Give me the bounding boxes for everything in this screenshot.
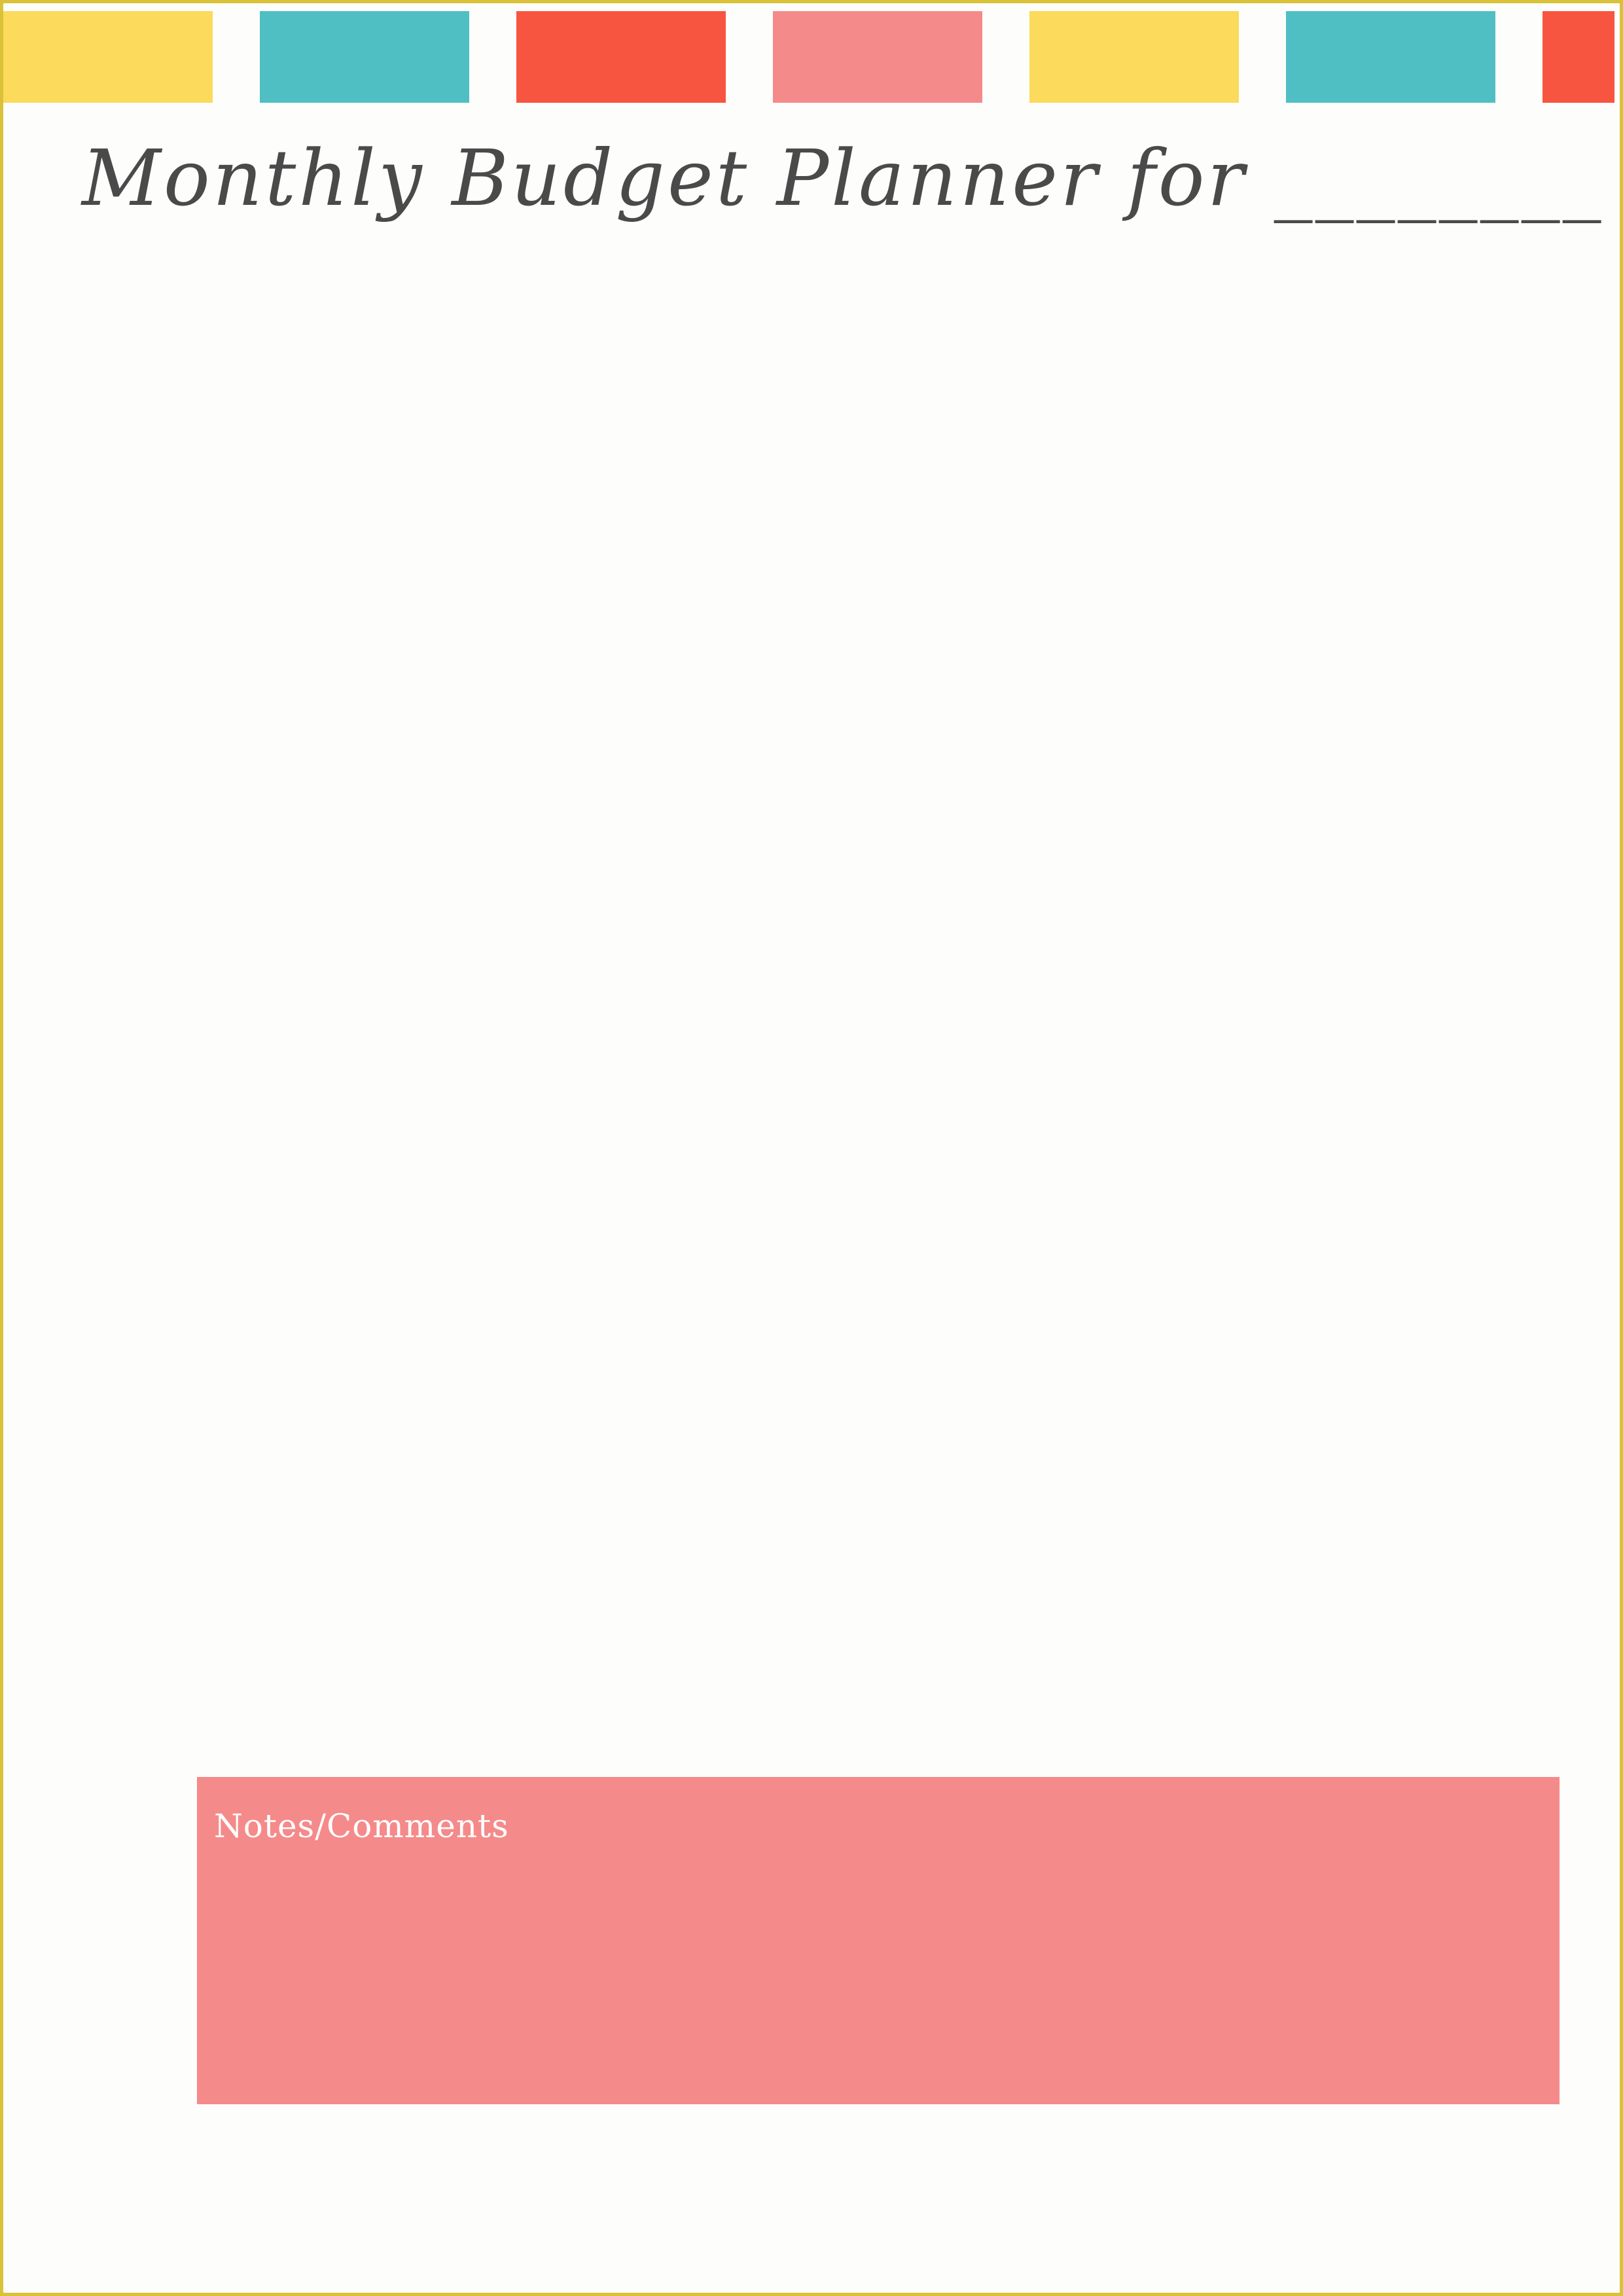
notes-comments-title: Notes/Comments	[214, 1807, 509, 1845]
top-color-bar-strip	[3, 11, 1620, 109]
notes-comments-box[interactable]: Notes/Comments	[197, 1777, 1560, 2104]
bar-teal-2	[1286, 11, 1495, 103]
bar-red-2	[1543, 11, 1614, 103]
bar-yellow-1	[3, 11, 213, 103]
bar-pink-1	[773, 11, 982, 103]
title-row: Monthly Budget Planner for ________ 20__	[3, 124, 1620, 236]
budget-planner-page: Monthly Budget Planner for ________ 20__…	[0, 0, 1623, 2296]
page-title: Monthly Budget Planner for ________ 20__	[82, 133, 1620, 223]
bar-red-1	[516, 11, 726, 103]
bar-yellow-2	[1029, 11, 1239, 103]
bar-teal-1	[260, 11, 469, 103]
